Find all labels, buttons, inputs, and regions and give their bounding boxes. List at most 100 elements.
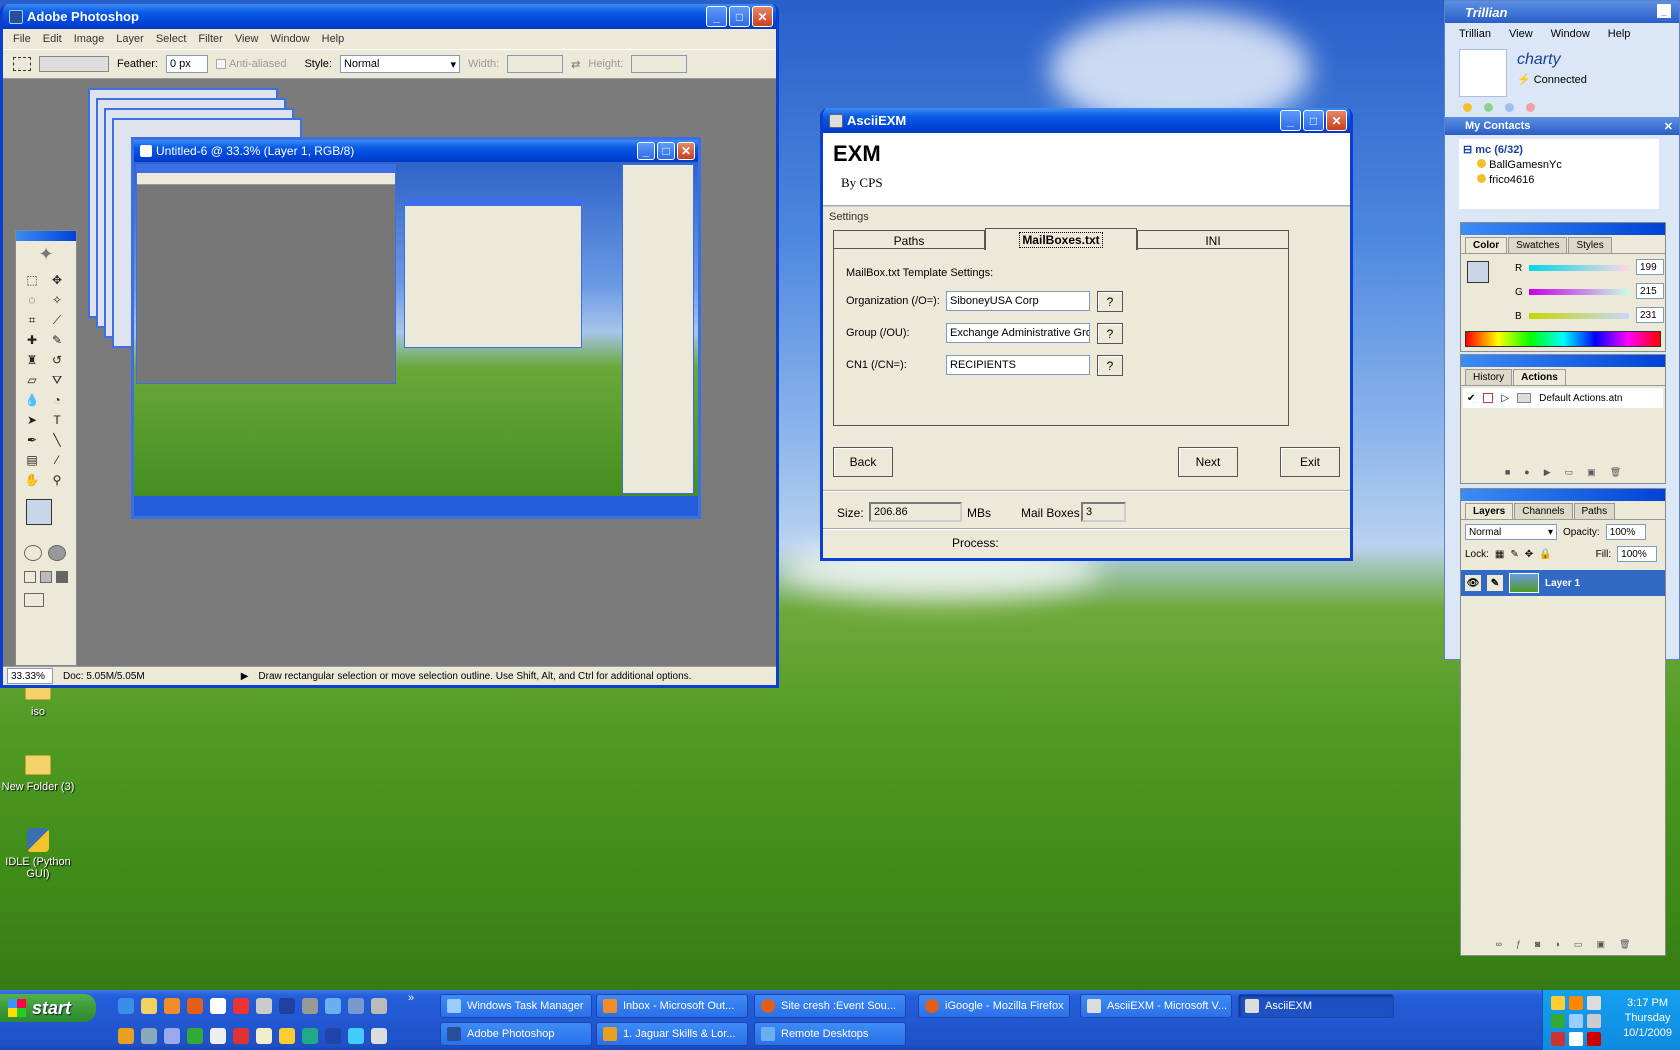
contact-item[interactable]: frico4616 [1463,171,1655,186]
opacity-input[interactable]: 100% [1605,524,1646,540]
firefox-icon[interactable] [187,998,203,1014]
tab-paths[interactable]: Paths [833,230,985,250]
next-button[interactable]: Next [1178,447,1238,477]
desktop-icon-new-folder[interactable]: New Folder (3) [0,755,76,793]
color-ramp[interactable] [1465,331,1661,347]
tray-icon[interactable] [1587,1014,1601,1028]
app-icon[interactable] [348,998,364,1014]
tab-history[interactable]: History [1465,369,1513,385]
app-icon[interactable] [371,1028,387,1044]
r-slider[interactable] [1529,265,1629,271]
tray-icon[interactable] [1569,1014,1583,1028]
group-input[interactable]: Exchange Administrative Gro [946,323,1090,343]
mask-icon[interactable]: ◙ [1535,939,1540,953]
app-icon[interactable] [371,998,387,1014]
selection-mode-icons[interactable] [39,56,109,72]
foreground-color[interactable] [26,499,52,525]
app-icon[interactable] [302,1028,318,1044]
task-asciiexm-vs[interactable]: AsciiEXM - Microsoft V... [1080,994,1232,1018]
minimize-button[interactable]: _ [706,6,727,27]
app-icon[interactable] [302,998,318,1014]
type-icon[interactable]: T [47,411,67,429]
tab-swatches[interactable]: Swatches [1508,237,1568,253]
status-dot-icon[interactable] [1484,103,1493,112]
lasso-icon[interactable]: ◌ [22,291,42,309]
start-button[interactable]: start [0,994,96,1022]
outlook-icon[interactable] [164,998,180,1014]
g-input[interactable]: 215 [1636,283,1664,299]
tray-icon[interactable] [1551,996,1565,1010]
brush-link-icon[interactable]: ✎ [1487,575,1503,591]
menu-image[interactable]: Image [68,33,111,45]
quickmask-mode-icon[interactable] [48,545,66,561]
new-group-icon[interactable]: ▭ [1574,939,1583,953]
foreground-color[interactable] [1467,261,1489,283]
magic-wand-icon[interactable]: ✧ [47,291,67,309]
g-slider[interactable] [1529,289,1629,295]
document-window[interactable]: Untitled-6 @ 33.3% (Layer 1, RGB/8) _ □ ✕ [131,137,701,519]
blur-icon[interactable]: 💧 [22,391,42,409]
chevron-more-icon[interactable]: » [408,992,414,1004]
adjustment-icon[interactable]: ◑ [1554,939,1559,953]
app-icon[interactable] [325,1028,341,1044]
screen-mode-icon[interactable] [56,571,68,583]
app-icon[interactable] [187,1028,203,1044]
tab-actions[interactable]: Actions [1513,369,1566,385]
stamp-icon[interactable]: ♜ [22,351,42,369]
line-icon[interactable]: ╲ [47,431,67,449]
app-icon[interactable] [256,1028,272,1044]
tab-layers[interactable]: Layers [1465,503,1514,519]
lock-transparency-icon[interactable]: ▦ [1495,549,1504,560]
tray-icon[interactable] [1569,996,1583,1010]
feather-input[interactable]: 0 px [165,55,208,73]
action-set-row[interactable]: ✔ ▷ Default Actions.atn [1463,388,1663,408]
palette-grip[interactable] [1461,489,1665,501]
tray-icon[interactable] [1569,1032,1583,1046]
dialog-toggle-icon[interactable] [1483,393,1494,403]
lock-brush-icon[interactable]: ✎ [1510,549,1518,560]
layer-row[interactable]: 👁 ✎ Layer 1 [1461,570,1665,596]
expand-arrow-icon[interactable]: ▷ [1501,393,1509,404]
zoom-icon[interactable]: ⚲ [47,471,67,489]
ie-icon[interactable] [118,998,134,1014]
app-icon[interactable] [210,1028,226,1044]
layer-style-icon[interactable]: ƒ [1516,939,1521,953]
app-icon[interactable] [279,998,295,1014]
eyedropper-icon[interactable]: ⁄ [47,451,67,469]
b-slider[interactable] [1529,313,1629,319]
task-photoshop[interactable]: Adobe Photoshop [440,1022,592,1046]
app-icon[interactable] [279,1028,295,1044]
menu-window[interactable]: Window [265,33,316,45]
notes-icon[interactable]: ▤ [22,451,42,469]
tab-styles[interactable]: Styles [1568,237,1612,253]
menu-filter[interactable]: Filter [192,33,228,45]
menu-view[interactable]: View [1509,28,1533,40]
app-icon[interactable] [210,998,226,1014]
app-icon[interactable] [325,998,341,1014]
avatar[interactable] [1459,49,1507,97]
tab-mailboxes[interactable]: MailBoxes.txt [985,228,1137,250]
fill-input[interactable]: 100% [1617,546,1658,562]
status-dot-icon[interactable] [1505,103,1514,112]
height-input[interactable] [631,55,688,73]
close-button[interactable]: ✕ [677,142,695,160]
minimize-icon[interactable]: _ [1657,4,1671,18]
status-dot-icon[interactable] [1463,103,1472,112]
history-brush-icon[interactable]: ↺ [47,351,67,369]
maximize-button[interactable]: □ [657,142,675,160]
contact-item[interactable]: BallGamesnYc [1463,156,1655,171]
explorer-icon[interactable] [141,998,157,1014]
slice-icon[interactable]: ⟋ [47,311,67,329]
menu-file[interactable]: File [7,33,37,45]
task-asciiexm[interactable]: AsciiEXM [1238,994,1394,1018]
b-input[interactable]: 231 [1636,307,1664,323]
menu-edit[interactable]: Edit [37,33,68,45]
eraser-icon[interactable]: ▱ [22,371,42,389]
crop-icon[interactable]: ⌗ [22,311,42,329]
path-select-icon[interactable]: ➤ [22,411,42,429]
bucket-icon[interactable]: ⛛ [47,371,67,389]
clock[interactable]: 3:17 PM Thursday 10/1/2009 [1623,996,1672,1041]
play-icon[interactable]: ▶ [1544,467,1551,481]
contact-group[interactable]: ⊟ mc (6/32) [1463,143,1655,156]
new-layer-icon[interactable]: ▣ [1596,939,1605,953]
